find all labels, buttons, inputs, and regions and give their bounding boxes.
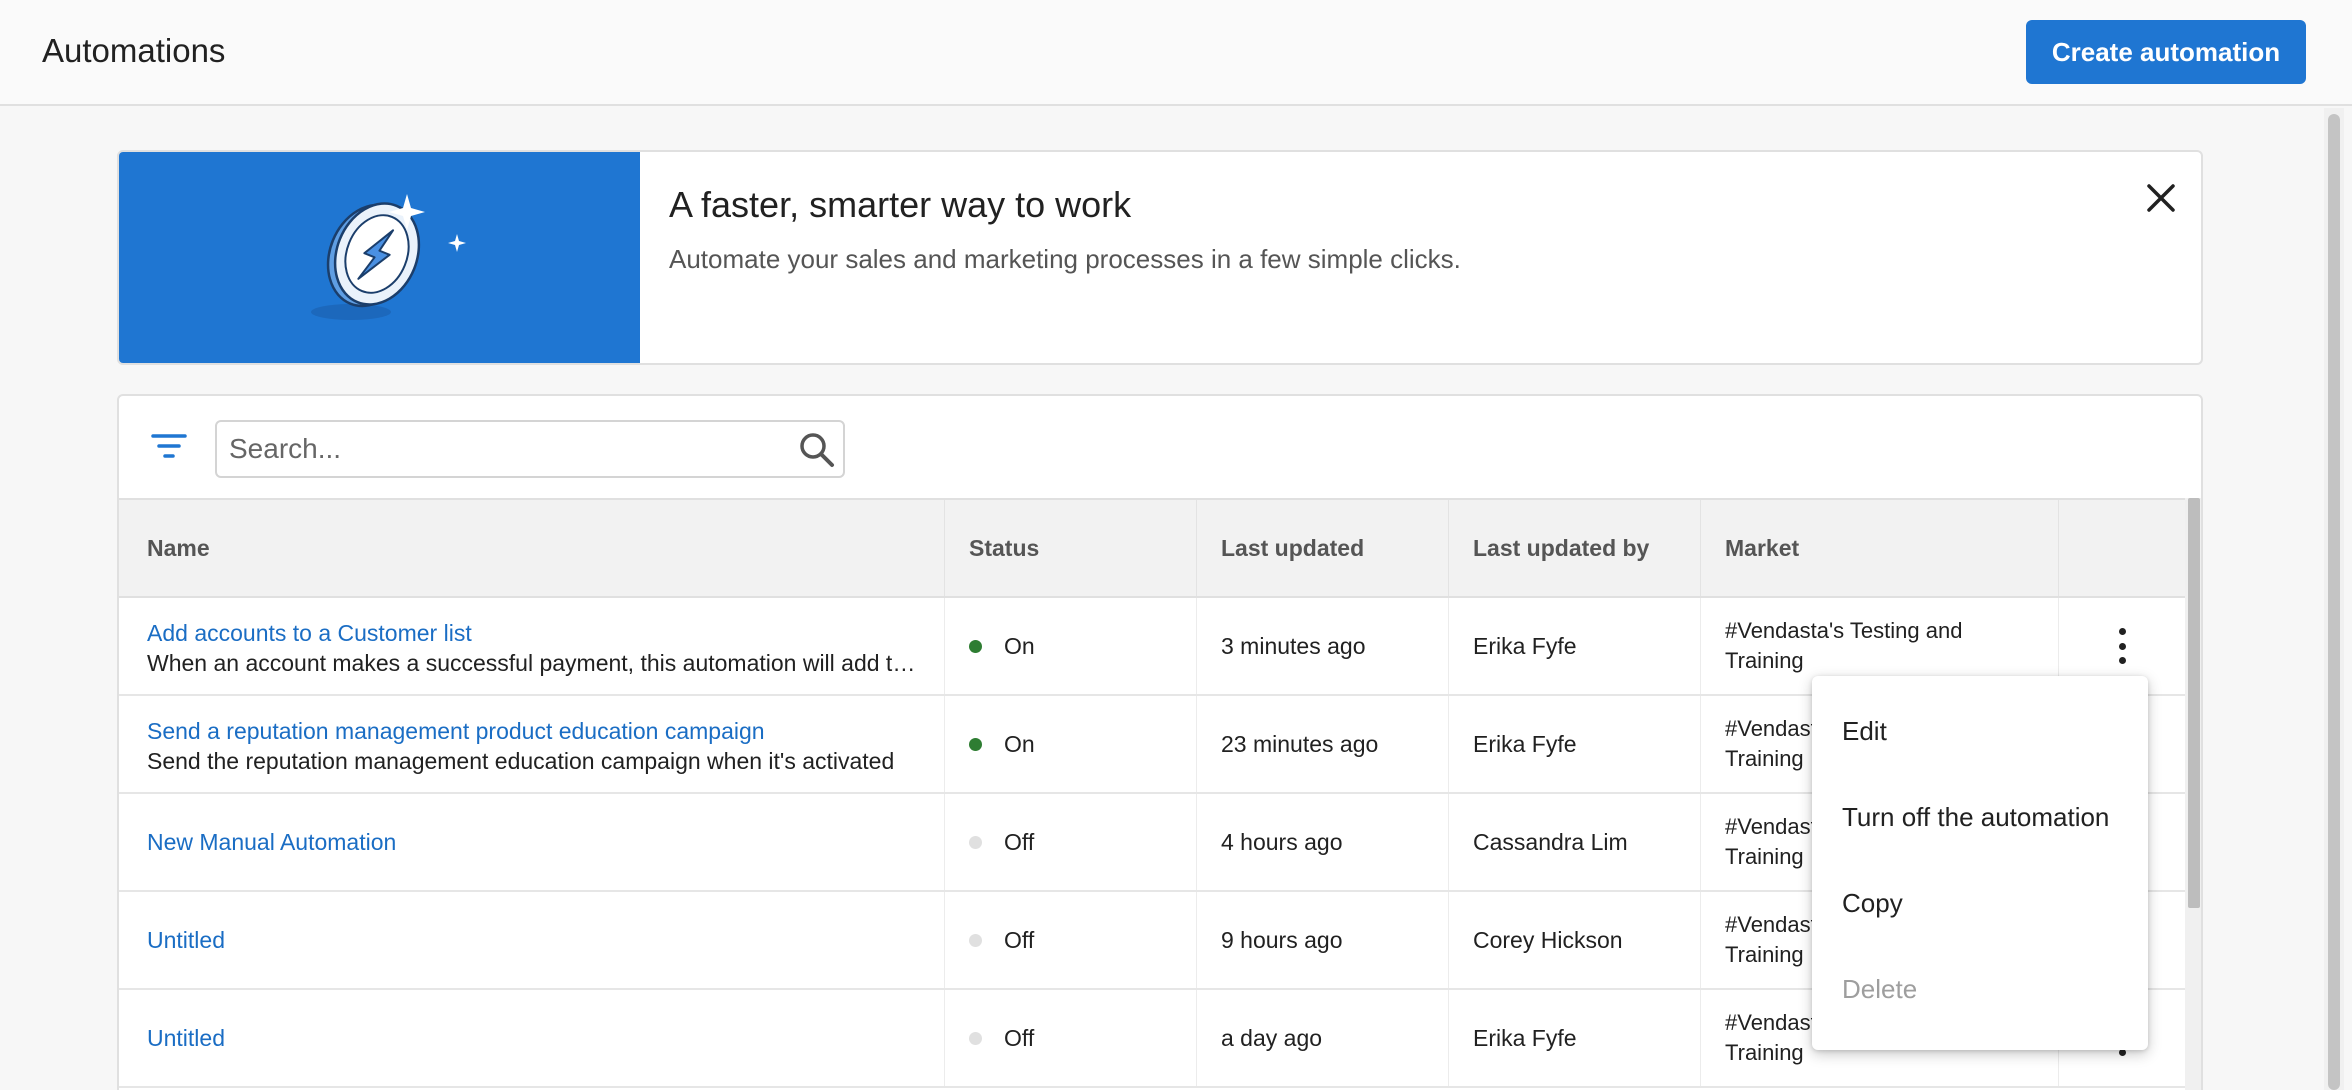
status-label: On <box>1004 632 1035 659</box>
status-off-icon <box>969 933 982 947</box>
last-updated-cell: 9 hours ago <box>1197 892 1449 988</box>
page-scrollbar[interactable] <box>2324 108 2344 1090</box>
status-cell: On <box>945 598 1197 694</box>
column-header-last-updated-by[interactable]: Last updated by <box>1449 500 1701 596</box>
automation-description: Send the reputation management education… <box>147 748 895 774</box>
banner-illustration <box>119 152 640 363</box>
status-cell: Off <box>945 990 1197 1086</box>
updated-by-cell: Erika Fyfe <box>1449 598 1701 694</box>
status-cell: Off <box>945 794 1197 890</box>
market-line: #Vendasta's Testing and <box>1725 618 1963 643</box>
page-scrollbar-thumb[interactable] <box>2328 114 2340 1090</box>
table-scrollbar[interactable] <box>2185 498 2201 1090</box>
filter-icon[interactable] <box>149 426 189 466</box>
updated-by-cell: Erika Fyfe <box>1449 990 1701 1086</box>
name-cell: Add accounts to a Customer list When an … <box>119 598 945 694</box>
automation-name-link[interactable]: Add accounts to a Customer list <box>147 618 916 648</box>
more-vert-icon[interactable] <box>2116 628 2128 664</box>
column-header-market[interactable]: Market <box>1701 500 2059 596</box>
status-label: On <box>1004 730 1035 757</box>
column-header-status[interactable]: Status <box>945 500 1197 596</box>
search-icon[interactable] <box>797 430 837 470</box>
column-header-name[interactable]: Name <box>119 500 945 596</box>
banner-title: A faster, smarter way to work <box>669 184 1132 225</box>
table-scrollbar-thumb[interactable] <box>2188 498 2200 908</box>
status-label: Off <box>1004 1024 1035 1051</box>
search-box <box>215 420 845 478</box>
table-header: Name Status Last updated Last updated by… <box>119 498 2185 598</box>
column-header-actions <box>2059 500 2185 596</box>
top-bar: Automations Create automation <box>0 0 2352 106</box>
menu-item-copy[interactable]: Copy <box>1812 860 2148 946</box>
menu-item-delete: Delete <box>1842 973 1918 1004</box>
status-on-icon <box>969 737 982 751</box>
column-header-last-updated[interactable]: Last updated <box>1197 500 1449 596</box>
status-label: Off <box>1004 828 1035 855</box>
name-cell: Send a reputation management product edu… <box>119 696 945 792</box>
menu-item-turn-off[interactable]: Turn off the automation <box>1812 774 2148 860</box>
lightning-coin-icon <box>311 194 466 320</box>
name-cell: New Manual Automation <box>119 794 945 890</box>
close-icon[interactable] <box>2139 176 2183 220</box>
automation-description: When an account makes a successful payme… <box>147 650 917 676</box>
updated-by-cell: Erika Fyfe <box>1449 696 1701 792</box>
last-updated-cell: 3 minutes ago <box>1197 598 1449 694</box>
last-updated-cell: 23 minutes ago <box>1197 696 1449 792</box>
name-cell: Untitled <box>119 990 945 1086</box>
banner-subtitle: Automate your sales and marketing proces… <box>669 244 1461 274</box>
status-off-icon <box>969 1031 982 1045</box>
updated-by-cell: Corey Hickson <box>1449 892 1701 988</box>
name-cell: Untitled <box>119 892 945 988</box>
status-on-icon <box>969 639 982 653</box>
promo-banner: A faster, smarter way to work Automate y… <box>117 150 2203 365</box>
last-updated-cell: a day ago <box>1197 990 1449 1086</box>
automation-name-link[interactable]: Untitled <box>147 1023 225 1053</box>
last-updated-cell: 4 hours ago <box>1197 794 1449 890</box>
menu-item-edit[interactable]: Edit <box>1812 688 2148 774</box>
status-cell: Off <box>945 892 1197 988</box>
status-label: Off <box>1004 926 1035 953</box>
automation-name-link[interactable]: Untitled <box>147 925 225 955</box>
market-line: Training <box>1725 648 1804 673</box>
status-off-icon <box>969 835 982 849</box>
search-input[interactable] <box>229 428 769 470</box>
automation-name-link[interactable]: Send a reputation management product edu… <box>147 716 916 746</box>
automation-name-link[interactable]: New Manual Automation <box>147 827 396 857</box>
updated-by-cell: Cassandra Lim <box>1449 794 1701 890</box>
row-actions-menu: Edit Turn off the automation Copy Delete <box>1812 676 2148 1050</box>
create-automation-button[interactable]: Create automation <box>2026 20 2306 84</box>
page-title: Automations <box>42 32 226 69</box>
status-cell: On <box>945 696 1197 792</box>
